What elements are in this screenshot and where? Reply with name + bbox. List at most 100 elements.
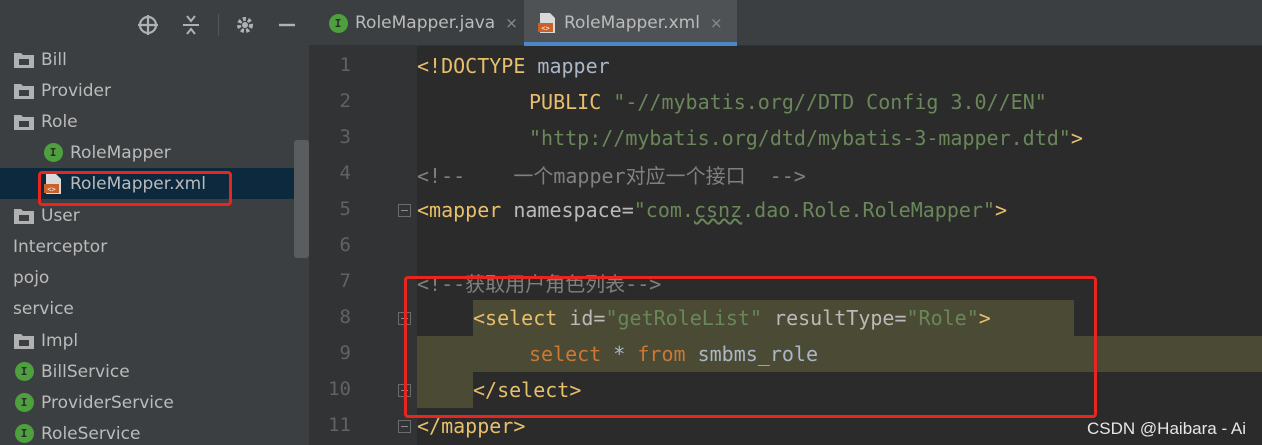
tab-rolemapper-xml[interactable]: <> RoleMapper.xml × [524,0,737,46]
tree-item-roleservice[interactable]: I RoleService [0,418,309,445]
code-line-5: <mapper namespace= "com. csnz .dao.Role.Rol… [417,192,1007,228]
gear-icon[interactable] [233,13,257,37]
select-close-tag: </select> [473,378,582,402]
code-line-4: <!-- 一个mapper对应一个接口 --> [417,156,806,192]
tree-item-rolemapper-xml[interactable]: <> RoleMapper.xml [0,168,309,199]
close-icon[interactable]: × [710,14,723,32]
xml-file-icon: <> [42,173,64,195]
line-number: 2 [339,90,351,112]
public-keyword: PUBLIC [529,90,602,114]
sql-keyword: from [637,342,686,366]
doctype-token: <!DOCTYPE [417,54,526,78]
interface-icon: I [327,12,349,34]
xml-file-icon: <> [536,12,558,34]
tree-item-provider[interactable]: Provider [0,75,309,106]
xml-comment: <!-- 一个mapper对应一个接口 --> [417,163,806,188]
toolbar-separator [218,14,219,36]
tree-item-label: Interceptor [13,236,108,257]
code-line-7: <!--获取用户角色列表--> [417,264,661,300]
interface-icon: I [13,392,35,414]
tree-item-label: Impl [41,330,79,351]
code-line-11: </mapper> [417,408,525,444]
folder-icon [13,80,35,102]
folder-icon [13,205,35,227]
line-number: 6 [339,234,351,256]
public-id-string: "-//mybatis.org//DTD Config 3.0//EN" [613,90,1047,114]
fold-icon[interactable] [398,204,411,217]
line-number: 4 [339,162,351,184]
tree-item-interceptor[interactable]: Interceptor [0,231,309,262]
collapse-all-icon[interactable] [179,13,203,37]
sql-wildcard: * [601,342,638,366]
tree-item-impl[interactable]: Impl [0,325,309,356]
tree-item-bill[interactable]: Bill [0,44,309,75]
tree-item-label: Role [41,111,78,132]
namespace-typo-part: csnz [693,198,743,222]
line-number: 3 [339,126,351,148]
folder-icon [13,330,35,352]
id-value: "getRoleList" [605,306,763,330]
fold-icon[interactable] [398,384,411,397]
code-editor[interactable]: 1 2 3 4 5 6 7 8 9 10 11 <!DOCTYPE mapper… [309,46,1262,445]
code-line-10: </select> [417,372,581,408]
doctype-name: mapper [525,54,610,78]
interface-icon: I [13,423,35,445]
interface-icon: I [42,142,64,164]
tree-item-providerservice[interactable]: I ProviderService [0,387,309,418]
line-number: 11 [328,414,351,436]
namespace-value-part: "com. [633,198,694,222]
interface-icon: I [13,361,35,383]
tree-item-label: RoleService [41,423,141,444]
tree-item-label: Bill [41,49,67,70]
minimize-icon[interactable] [275,13,299,37]
mapper-open-close: > [995,198,1008,222]
crosshair-icon[interactable] [136,13,160,37]
mapper-open-tag: <mapper [417,198,502,222]
tree-item-role[interactable]: Role [0,106,309,137]
xml-comment: <!--获取用户角色列表--> [417,271,662,296]
tree-item-label: pojo [13,267,50,288]
select-open-close: > [978,306,991,330]
line-number: 9 [339,342,351,364]
line-number: 7 [339,270,351,292]
tree-item-rolemapper[interactable]: I RoleMapper [0,137,309,168]
project-tool-window: Bill Provider Role I RoleMapper <> RoleM… [0,0,309,445]
tree-item-pojo[interactable]: pojo [0,262,309,293]
watermark: CSDN @Haibara - Ai [1087,419,1246,438]
code-line-1: <!DOCTYPE mapper [417,48,610,84]
namespace-attr: namespace= [501,198,634,222]
tree-item-user[interactable]: User [0,200,309,231]
line-number: 5 [339,198,351,220]
tree-item-label: service [13,298,74,319]
resulttype-value: "Role" [906,306,979,330]
folder-icon [13,49,35,71]
doctype-close: > [1070,126,1083,150]
folder-icon [13,111,35,133]
line-number: 10 [328,378,351,400]
close-icon[interactable]: × [505,14,518,32]
line-number: 1 [339,54,351,76]
tab-label: RoleMapper.java [355,13,496,33]
code-line-3: "http://mybatis.org/dtd/mybatis-3-mapper… [417,120,1083,156]
line-number: 8 [339,306,351,328]
tree-item-label: BillService [41,361,130,382]
code-line-8: <select id= "getRoleList" resultType= "Rol… [417,300,991,336]
fold-icon[interactable] [398,312,411,325]
editor-gutter: 1 2 3 4 5 6 7 8 9 10 11 [309,46,417,445]
tree-item-service[interactable]: service [0,293,309,324]
tree-item-billservice[interactable]: I BillService [0,356,309,387]
tree-item-label: RoleMapper.xml [70,173,206,194]
code-line-2: PUBLIC "-//mybatis.org//DTD Config 3.0//… [417,84,1047,120]
fold-icon[interactable] [398,420,411,433]
system-id-string: "http://mybatis.org/dtd/mybatis-3-mapper… [529,126,1071,150]
project-toolbar [0,0,309,48]
svg-text:<>: <> [47,185,55,193]
sql-table-name: smbms_role [685,342,818,366]
svg-text:<>: <> [541,25,549,33]
sql-keyword: select [529,342,602,366]
code-line-9: select * from smbms_role [417,336,818,372]
tab-rolemapper-java[interactable]: I RoleMapper.java × [319,0,524,46]
tree-scrollbar[interactable] [294,140,309,258]
namespace-value-part: .dao.Role.RoleMapper" [742,198,996,222]
tab-label: RoleMapper.xml [564,13,700,33]
